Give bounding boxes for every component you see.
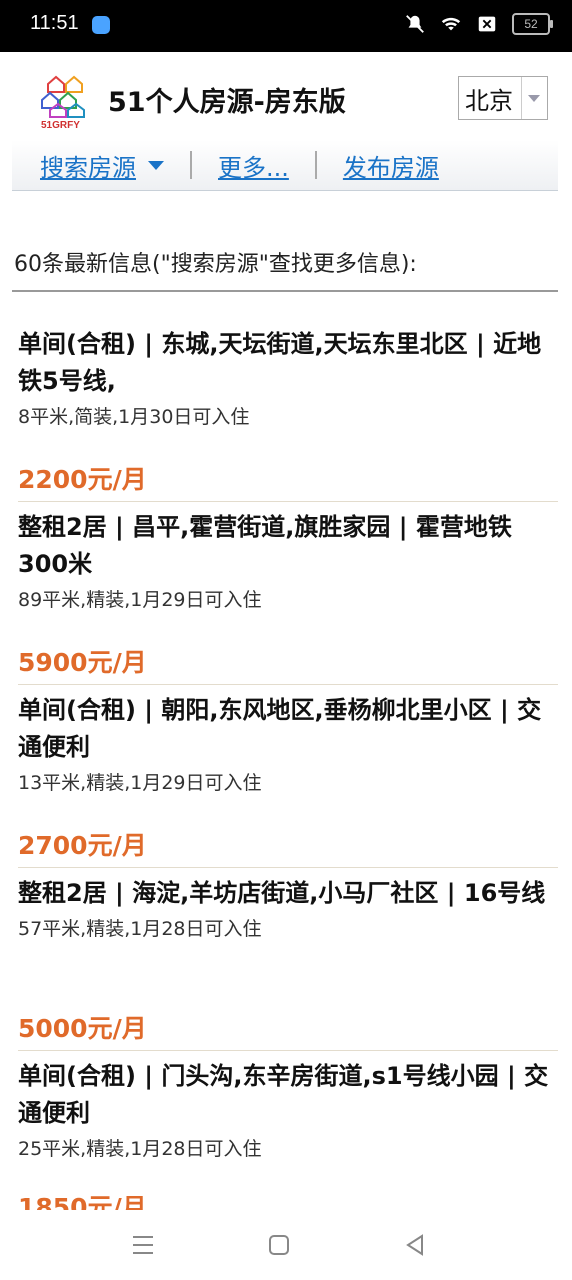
- status-icons: 52: [404, 13, 553, 35]
- listing-price: 5000元/月: [18, 1014, 147, 1043]
- listing-price: 1850元/月: [18, 1196, 147, 1210]
- caret-down-icon: [148, 160, 164, 170]
- app-indicator-icon: [92, 16, 110, 34]
- listing-detail: 89平米,精装,1月29日可入住: [18, 589, 262, 611]
- home-icon[interactable]: [266, 1232, 292, 1258]
- divider: [18, 684, 558, 685]
- logo-icon: 51GRFY: [41, 75, 85, 130]
- summary-text: 60条最新信息("搜索房源"查找更多信息):: [14, 252, 417, 277]
- dropdown-arrow-icon: [521, 77, 546, 119]
- menu-icon[interactable]: [130, 1232, 156, 1258]
- publish-listing-link[interactable]: 发布房源: [343, 148, 439, 183]
- city-select-value: 北京: [465, 86, 513, 115]
- divider: [12, 290, 558, 292]
- search-listings-link[interactable]: 搜索房源: [40, 148, 164, 183]
- nav-divider: [190, 151, 192, 179]
- more-link[interactable]: 更多...: [218, 148, 289, 183]
- listing-title[interactable]: 整租2居 | 海淀,羊坊店街道,小马厂社区 | 16号线: [18, 875, 554, 912]
- status-bar: 11:51 52: [0, 0, 572, 52]
- status-time: 11:51: [30, 12, 79, 34]
- logo-text: 51GRFY: [41, 120, 80, 130]
- mute-icon: [406, 15, 424, 33]
- listing-detail: 8平米,简装,1月30日可入住: [18, 406, 250, 428]
- listing-item[interactable]: 整租2居 | 海淀,羊坊店街道,小马厂社区 | 16号线 57平米,精装,1月2…: [18, 875, 558, 1058]
- city-select[interactable]: 北京: [458, 76, 548, 120]
- close-box-icon: [478, 16, 496, 32]
- listing-price-text: 1850元/月: [18, 1196, 147, 1210]
- listing-price: 2700元/月: [18, 831, 147, 860]
- listing-detail: 57平米,精装,1月28日可入住: [18, 918, 262, 940]
- listing-price: 2200元/月: [18, 465, 147, 494]
- listing-title[interactable]: 整租2居 | 昌平,霍营街道,旗胜家园 | 霍营地铁300米: [18, 509, 554, 583]
- wifi-icon: [441, 17, 461, 31]
- back-icon[interactable]: [402, 1232, 428, 1258]
- divider: [18, 867, 558, 868]
- listing-title[interactable]: 单间(合租) | 朝阳,东风地区,垂杨柳北里小区 | 交通便利: [18, 692, 554, 766]
- nav-bar: 搜索房源 更多... 发布房源: [12, 140, 558, 191]
- listing-price: 5900元/月: [18, 648, 147, 677]
- app-title: 51个人房源-房东版: [108, 87, 346, 118]
- listing-item[interactable]: 单间(合租) | 朝阳,东风地区,垂杨柳北里小区 | 交通便利 13平米,精装,…: [18, 692, 558, 875]
- system-nav-bar: [0, 1210, 572, 1280]
- listing-detail: 25平米,精装,1月28日可入住: [18, 1138, 262, 1160]
- divider: [18, 501, 558, 502]
- nav-divider: [314, 151, 317, 179]
- search-listings-label: 搜索房源: [40, 153, 136, 182]
- listing-title[interactable]: 单间(合租) | 门头沟,东辛房街道,s1号线小园 | 交通便利: [18, 1058, 554, 1132]
- listing-item[interactable]: 单间(合租) | 东城,天坛街道,天坛东里北区 | 近地铁5号线, 8平米,简装…: [18, 326, 558, 509]
- listing-detail: 13平米,精装,1月29日可入住: [18, 772, 262, 794]
- listing-item[interactable]: 整租2居 | 昌平,霍营街道,旗胜家园 | 霍营地铁300米 89平米,精装,1…: [18, 509, 558, 692]
- listing-list: 单间(合租) | 东城,天坛街道,天坛东里北区 | 近地铁5号线, 8平米,简装…: [18, 326, 558, 1241]
- battery-icon: 52: [512, 13, 553, 35]
- divider: [18, 1050, 558, 1051]
- listing-title[interactable]: 单间(合租) | 东城,天坛街道,天坛东里北区 | 近地铁5号线,: [18, 326, 554, 400]
